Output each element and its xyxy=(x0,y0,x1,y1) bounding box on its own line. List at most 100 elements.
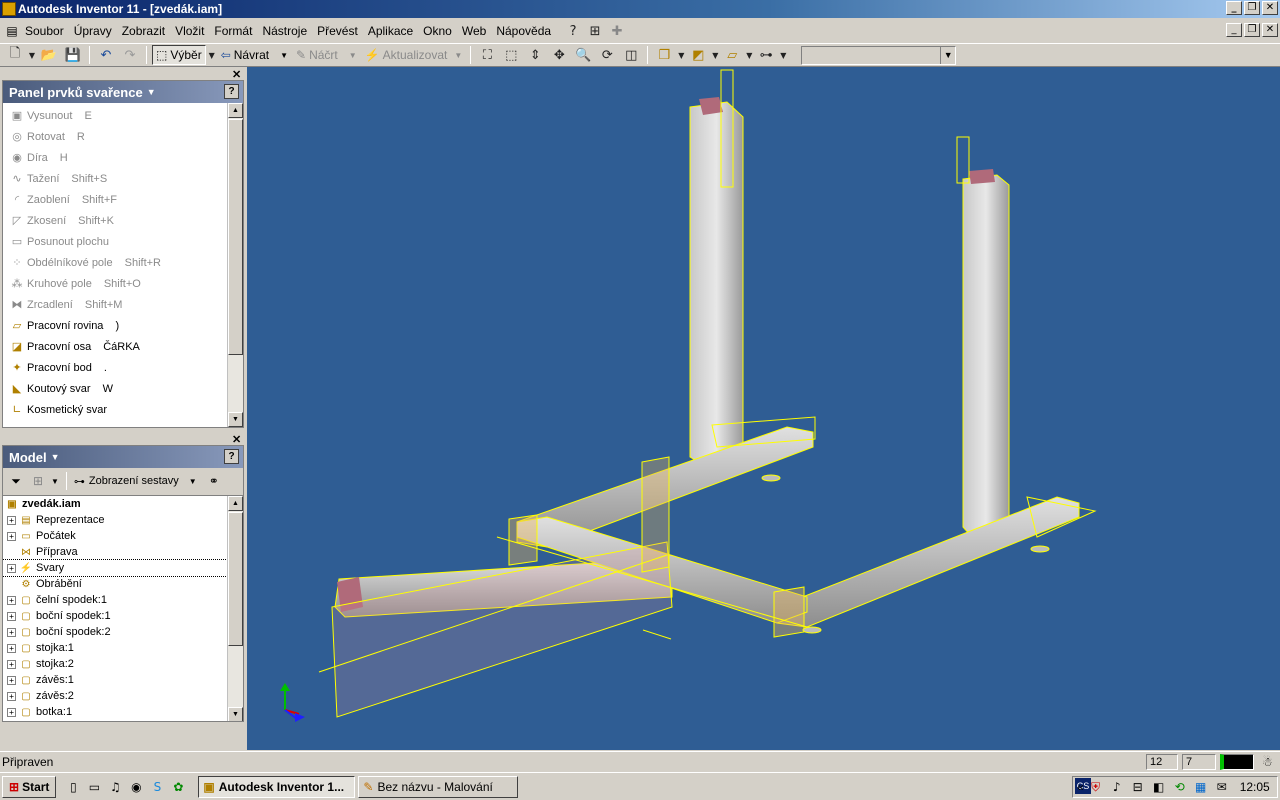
expand-icon[interactable]: + xyxy=(7,627,16,637)
pan-icon[interactable]: ✥ xyxy=(548,45,570,65)
model-tree-scrollbar[interactable]: ▲ ▼ xyxy=(227,496,243,721)
help-icon[interactable]: ? xyxy=(562,21,584,41)
structure-dropdown-icon[interactable]: ▼ xyxy=(779,45,787,65)
zoom-window-icon[interactable]: ⬚ xyxy=(500,45,522,65)
tree-scroll-up-icon[interactable]: ▲ xyxy=(228,496,243,511)
display-style-icon[interactable]: ❒ xyxy=(653,45,675,65)
feature-item-10[interactable]: ▱ Pracovní rovina) xyxy=(3,315,227,336)
tree-item-10[interactable]: + ▢ závěs:1 xyxy=(3,672,243,688)
filter-icon[interactable]: ⏷ xyxy=(7,472,25,490)
doc-close-button[interactable]: ✕ xyxy=(1262,23,1278,37)
tree-item-11[interactable]: + ▢ závěs:2 xyxy=(3,688,243,704)
feature-panel-help-icon[interactable]: ? xyxy=(224,84,239,99)
feature-item-12[interactable]: ✦ Pracovní bod. xyxy=(3,357,227,378)
tray-network-icon[interactable]: ⊟ xyxy=(1129,778,1147,796)
model-panel-header[interactable]: Model ▼ ? xyxy=(3,446,243,468)
feature-item-2[interactable]: ◉ Díra H xyxy=(3,147,227,168)
rotate-icon[interactable]: ⟳ xyxy=(596,45,618,65)
model-panel-help-icon[interactable]: ? xyxy=(224,449,239,464)
expand-icon[interactable]: + xyxy=(7,691,16,701)
expand-icon[interactable]: + xyxy=(7,611,16,621)
menu-zobrazit[interactable]: Zobrazit xyxy=(117,24,170,38)
feature-item-14[interactable]: ∟ Kosmetický svar xyxy=(3,399,227,420)
color-combo[interactable]: ▼ xyxy=(801,45,957,65)
select-dropdown-icon[interactable]: ▼ xyxy=(208,45,216,65)
feature-item-6[interactable]: ▭ Posunout plochu xyxy=(3,231,227,252)
shaded-icon[interactable]: ◩ xyxy=(687,45,709,65)
sketch-button[interactable]: ✎ Náčrt ▼ xyxy=(293,45,360,65)
menu-prevest[interactable]: Převést xyxy=(312,24,363,38)
model-panel-dropdown-icon[interactable]: ▼ xyxy=(51,452,60,462)
menu-web[interactable]: Web xyxy=(457,24,491,38)
quicklaunch-media-icon[interactable]: ◉ xyxy=(127,778,145,796)
menu-nastroje[interactable]: Nástroje xyxy=(257,24,312,38)
select-button[interactable]: ⬚ Výběr xyxy=(152,45,206,65)
assembly-view-dropdown-icon[interactable]: ▼ xyxy=(189,477,197,486)
start-button[interactable]: ⊞ Start xyxy=(2,775,57,798)
find-binoculars-icon[interactable]: ⚭ xyxy=(205,472,223,490)
tree-item-0[interactable]: + ▤ Reprezentace xyxy=(3,512,243,528)
tray-mail-icon[interactable]: ✉ xyxy=(1213,778,1231,796)
tray-icon-5[interactable]: ⟲ xyxy=(1171,778,1189,796)
menu-upravy[interactable]: Úpravy xyxy=(69,24,117,38)
tree-item-5[interactable]: + ▢ čelní spodek:1 xyxy=(3,592,243,608)
undo-icon[interactable]: ↶ xyxy=(95,45,117,65)
combo-arrow-icon[interactable]: ▼ xyxy=(940,46,955,64)
add-icon[interactable]: ✚ xyxy=(606,21,628,41)
expand-icon[interactable]: + xyxy=(7,531,16,541)
open-icon[interactable]: 📂 xyxy=(38,45,60,65)
scroll-down-icon[interactable]: ▼ xyxy=(228,412,243,427)
tree-item-12[interactable]: + ▢ botka:1 xyxy=(3,704,243,720)
feature-panel-scrollbar[interactable]: ▲ ▼ xyxy=(227,103,243,427)
expand-icon[interactable]: + xyxy=(7,643,16,653)
zoom-selected-icon[interactable]: 🔍 xyxy=(572,45,594,65)
tree-item-7[interactable]: + ▢ boční spodek:2 xyxy=(3,624,243,640)
tree-item-2[interactable]: ⋈ Příprava xyxy=(3,544,243,560)
menu-vlozit[interactable]: Vložit xyxy=(170,24,209,38)
feature-panel-header[interactable]: Panel prvků svařence ▼ ? xyxy=(3,81,243,103)
menu-aplikace[interactable]: Aplikace xyxy=(363,24,418,38)
feature-panel-dropdown-icon[interactable]: ▼ xyxy=(147,87,156,97)
layout-icon[interactable]: ⊞ xyxy=(584,21,606,41)
look-at-icon[interactable]: ◫ xyxy=(620,45,642,65)
return-button[interactable]: ⇦ Návrat ▼ xyxy=(218,45,291,65)
quicklaunch-skype-icon[interactable]: S xyxy=(148,778,166,796)
zoom-all-icon[interactable]: ⛶ xyxy=(476,45,498,65)
task-paint[interactable]: ✎ Bez názvu - Malování xyxy=(358,775,519,798)
document-icon[interactable]: ▤ xyxy=(4,22,20,40)
tree-scroll-down-icon[interactable]: ▼ xyxy=(228,707,243,721)
wizard-icon[interactable]: ☃ xyxy=(1262,755,1273,769)
structure-icon[interactable]: ⊶ xyxy=(755,45,777,65)
quicklaunch-icon-2[interactable]: ▭ xyxy=(85,778,103,796)
tray-volume-icon[interactable]: ♪ xyxy=(1108,778,1126,796)
feature-item-3[interactable]: ∿ Tažení Shift+S xyxy=(3,168,227,189)
ground-plane-dropdown-icon[interactable]: ▼ xyxy=(745,45,753,65)
inventor-app-icon[interactable] xyxy=(2,2,16,16)
update-button[interactable]: ⚡ Aktualizovat ▼ xyxy=(362,45,466,65)
tree-item-4[interactable]: ⚙ Obrábění xyxy=(3,576,243,592)
feature-item-13[interactable]: ◣ Koutový svar W xyxy=(3,378,227,399)
maximize-button[interactable]: ❐ xyxy=(1244,1,1260,15)
feature-item-8[interactable]: ⁂ Kruhové pole Shift+O xyxy=(3,273,227,294)
tree-options-dropdown-icon[interactable]: ▼ xyxy=(51,477,59,486)
tree-scroll-thumb[interactable] xyxy=(228,512,243,646)
feature-item-9[interactable]: ⧓ Zrcadlení Shift+M xyxy=(3,294,227,315)
feature-item-0[interactable]: ▣ Vysunout E xyxy=(3,105,227,126)
scroll-up-icon[interactable]: ▲ xyxy=(228,103,243,118)
close-button[interactable]: ✕ xyxy=(1262,1,1278,15)
ground-plane-icon[interactable]: ▱ xyxy=(721,45,743,65)
feature-item-5[interactable]: ◸ Zkosení Shift+K xyxy=(3,210,227,231)
expand-icon[interactable]: + xyxy=(7,707,16,717)
tray-icon-6[interactable]: ▦ xyxy=(1192,778,1210,796)
graphics-viewport[interactable] xyxy=(247,67,1280,750)
tree-item-1[interactable]: + ▭ Počátek xyxy=(3,528,243,544)
menu-format[interactable]: Formát xyxy=(209,24,257,38)
doc-minimize-button[interactable]: _ xyxy=(1226,23,1242,37)
expand-icon[interactable]: + xyxy=(7,563,16,573)
doc-restore-button[interactable]: ❐ xyxy=(1244,23,1260,37)
menu-napoveda[interactable]: Nápověda xyxy=(491,24,556,38)
assembly-view-label[interactable]: Zobrazení sestavy xyxy=(89,475,179,487)
menu-soubor[interactable]: Soubor xyxy=(20,24,69,38)
tree-item-9[interactable]: + ▢ stojka:2 xyxy=(3,656,243,672)
new-dropdown-icon[interactable]: ▼ xyxy=(28,45,36,65)
